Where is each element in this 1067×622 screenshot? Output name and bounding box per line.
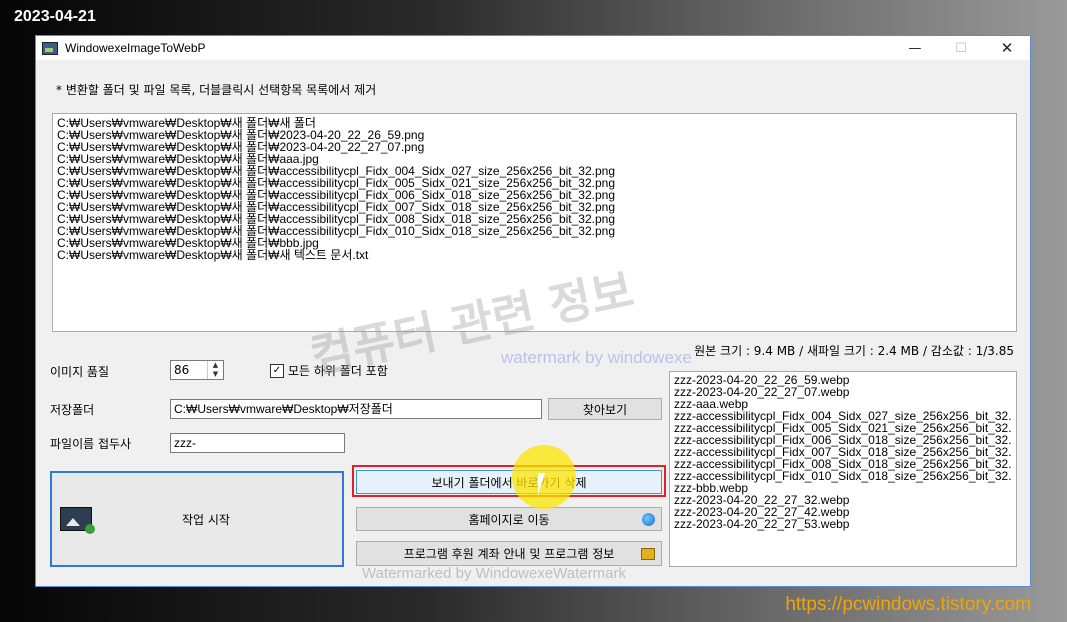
close-button[interactable]: ✕ [984, 36, 1030, 60]
quality-value: 86 [174, 363, 190, 377]
client-area: * 변환할 폴더 및 파일 목록, 더블클릭시 선택항목 목록에서 제거 C:₩… [36, 60, 1030, 586]
site-url: https://pcwindows.tistory.com [785, 594, 1031, 615]
subfolders-label: 모든 하위 폴더 포함 [288, 364, 388, 378]
donate-button-label: 프로그램 후원 계좌 안내 및 프로그램 정보 [403, 547, 615, 561]
globe-icon [642, 512, 655, 526]
quality-label: 이미지 품질 [50, 365, 110, 379]
coins-icon [641, 547, 655, 560]
window-title: WindowexeImageToWebP [65, 41, 206, 55]
maximize-button[interactable]: ☐ [938, 36, 984, 60]
donate-info-button[interactable]: 프로그램 후원 계좌 안내 및 프로그램 정보 [356, 541, 662, 566]
prefix-input[interactable]: zzz- [170, 433, 345, 453]
homepage-button-label: 홈페이지로 이동 [468, 512, 550, 527]
mouse-pointer-icon [538, 473, 545, 495]
image-convert-icon [60, 507, 95, 534]
spin-up-icon[interactable]: ▲ [208, 361, 223, 370]
delete-shortcut-button[interactable]: 보내기 폴더에서 바로가기 삭제 [356, 470, 662, 494]
subfolders-checkbox[interactable]: ✓ [270, 363, 284, 378]
app-window: WindowexeImageToWebP — ☐ ✕ * 변환할 폴더 및 파일… [35, 35, 1031, 587]
start-button[interactable]: 작업 시작 [50, 471, 344, 567]
watermark-bottom: Watermarked by WindowexeWatermark [362, 565, 626, 582]
browse-button[interactable]: 찾아보기 [548, 398, 662, 420]
save-folder-label: 저장폴더 [50, 403, 95, 417]
start-button-label: 작업 시작 [182, 512, 230, 527]
quality-stepper[interactable]: 86 ▲ ▼ [170, 360, 224, 380]
instruction-text: * 변환할 폴더 및 파일 목록, 더블클릭시 선택항목 목록에서 제거 [56, 83, 377, 97]
date-stamp: 2023-04-21 [14, 8, 96, 25]
watermark-small: watermark by windowexe [501, 348, 692, 367]
output-file-list[interactable]: zzz-2023-04-20_22_26_59.webp zzz-2023-04-… [669, 371, 1017, 567]
title-bar[interactable]: WindowexeImageToWebP — ☐ ✕ [36, 36, 1030, 60]
app-image-icon [42, 41, 58, 55]
spin-down-icon[interactable]: ▼ [208, 370, 223, 379]
minimize-button[interactable]: — [892, 36, 938, 60]
save-folder-input[interactable]: C:₩Users₩vmware₩Desktop₩저장폴더 [170, 399, 542, 419]
output-list-item[interactable]: zzz-2023-04-20_22_27_53.webp [674, 518, 1012, 530]
subfolders-option[interactable]: ✓ 모든 하위 폴더 포함 [270, 362, 388, 379]
prefix-label: 파일이름 접두사 [50, 437, 132, 451]
input-list-item[interactable]: C:₩Users₩vmware₩Desktop₩새 폴더₩새 텍스트 문서.tx… [57, 249, 1012, 261]
input-file-list[interactable]: C:₩Users₩vmware₩Desktop₩새 폴더₩새 폴더 C:₩User… [52, 113, 1017, 332]
size-summary: 원본 크기 : 9.4 MB / 새파일 크기 : 2.4 MB / 감소값 :… [694, 344, 1014, 358]
homepage-button[interactable]: 홈페이지로 이동 [356, 507, 662, 531]
